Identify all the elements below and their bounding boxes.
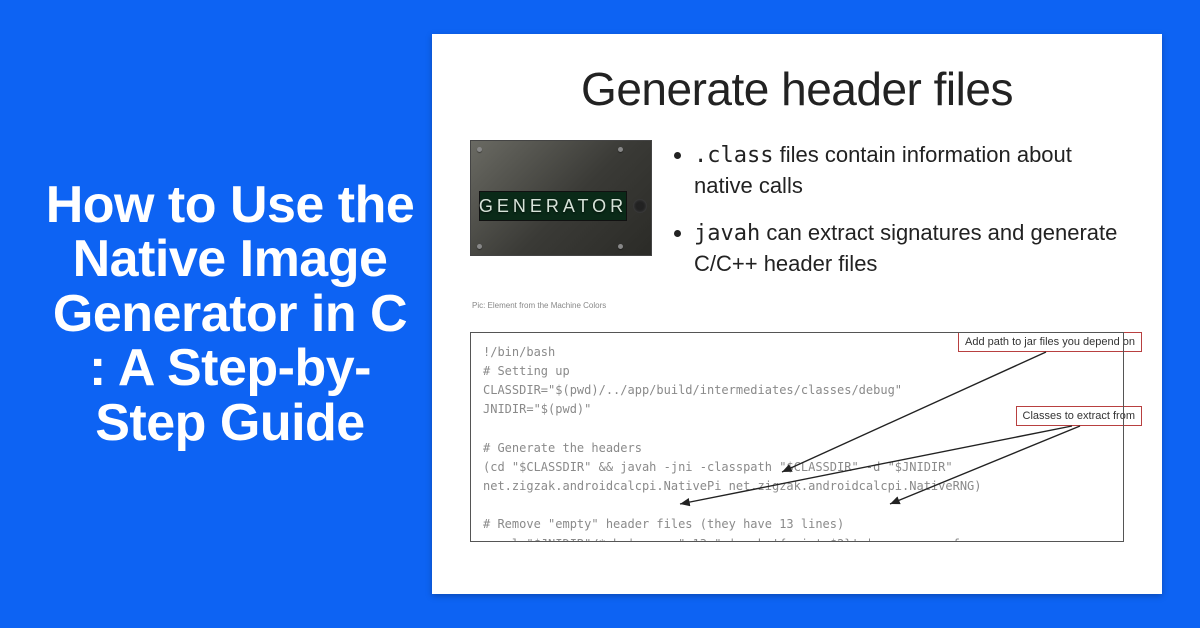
article-title-panel: How to Use the Native Image Generator in…	[0, 178, 432, 451]
article-title: How to Use the Native Image Generator in…	[44, 178, 416, 451]
slide-title: Generate header files	[452, 62, 1142, 116]
bullet-item: javah can extract signatures and generat…	[694, 218, 1124, 278]
slide: Generate header files GENERATOR .class f…	[432, 34, 1162, 594]
code-snippet: !/bin/bash # Setting up CLASSDIR="$(pwd)…	[470, 332, 1124, 542]
generator-label: GENERATOR	[479, 191, 627, 221]
generator-image: GENERATOR	[470, 140, 652, 256]
bullet-list: .class files contain information about n…	[672, 140, 1124, 297]
slide-content-row: GENERATOR .class files contain informati…	[452, 140, 1142, 297]
bullet-code: javah	[694, 221, 760, 246]
image-caption: Pic: Element from the Machine Colors	[472, 301, 1142, 310]
bullet-code: .class	[694, 143, 773, 168]
bullet-item: .class files contain information about n…	[694, 140, 1124, 200]
